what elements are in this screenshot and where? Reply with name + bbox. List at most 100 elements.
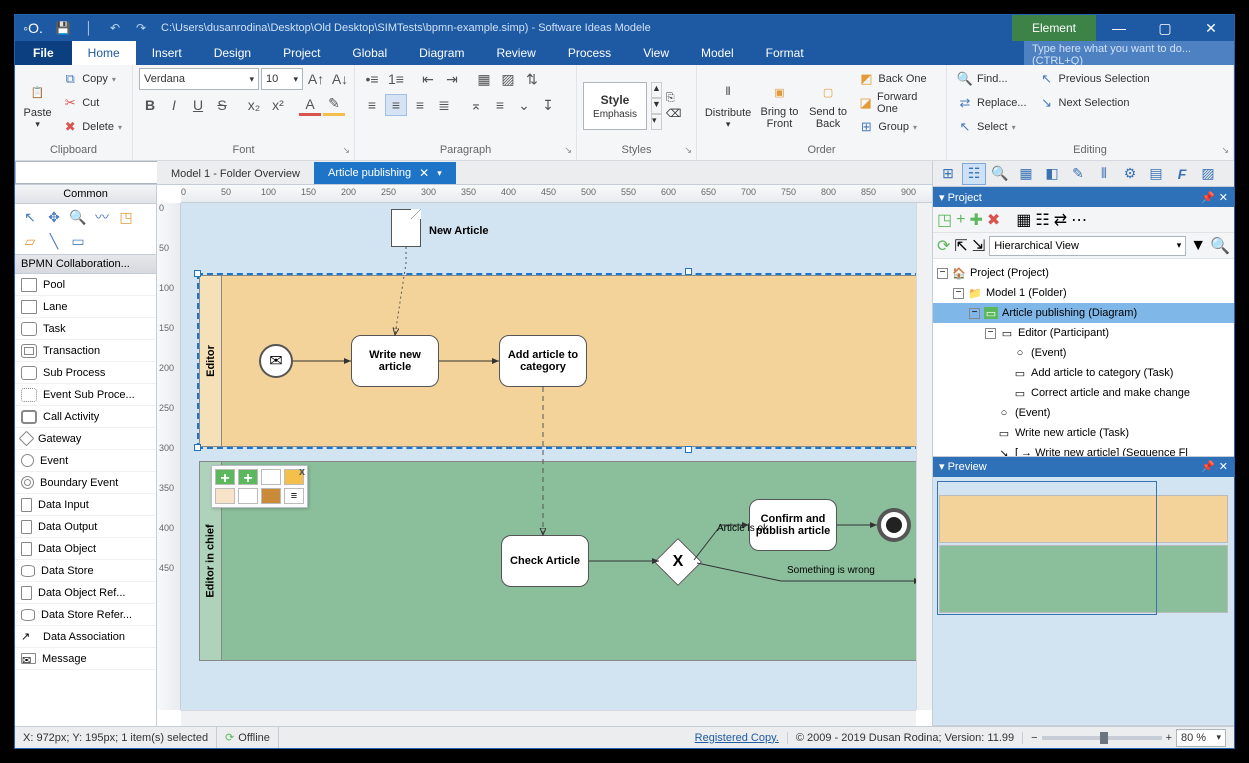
replace-button[interactable]: ⇄Replace... <box>953 92 1031 114</box>
container-tool-icon[interactable]: ◳ <box>117 208 135 226</box>
menu-tab-view[interactable]: View <box>627 41 685 65</box>
end-event[interactable] <box>877 508 911 542</box>
style-more-icon[interactable]: ▾ <box>651 114 662 130</box>
bold-button[interactable]: B <box>139 94 161 116</box>
popup-doc-icon[interactable] <box>261 469 281 485</box>
italic-button[interactable]: I <box>163 94 185 116</box>
preview-viewport[interactable] <box>933 477 1234 726</box>
pt-grid-icon[interactable]: ▦ <box>1016 210 1031 230</box>
rp-icon3[interactable]: 🔍 <box>988 163 1012 185</box>
toolbox-header-common[interactable]: Common <box>15 185 156 204</box>
tool-event[interactable]: Event <box>15 450 156 472</box>
task-add-article[interactable]: Add article to category <box>499 335 587 387</box>
tool-data-input[interactable]: Data Input <box>15 494 156 516</box>
align-right-button[interactable]: ≡ <box>409 94 431 116</box>
task-check-article[interactable]: Check Article <box>501 535 589 587</box>
sel-handle[interactable] <box>194 270 201 277</box>
toolbox-section-bpmn[interactable]: BPMN Collaboration... <box>15 255 156 274</box>
tool-data-object-ref[interactable]: Data Object Ref... <box>15 582 156 604</box>
font-family-combo[interactable]: Verdana▾ <box>139 68 259 90</box>
styles-dialog-launcher-icon[interactable]: ↘ <box>684 145 692 156</box>
tool-task[interactable]: Task <box>15 318 156 340</box>
font-size-combo[interactable]: 10▾ <box>261 68 303 90</box>
zoom-out-button[interactable]: − <box>1031 732 1037 744</box>
panel-pin-icon[interactable]: 📌 <box>1201 191 1215 204</box>
forward-one-button[interactable]: ◪Forward One <box>854 92 940 114</box>
style-clear-icon[interactable]: ⌫ <box>666 107 682 120</box>
pt-del-icon[interactable]: ✖ <box>987 210 1000 230</box>
tool-data-store-ref[interactable]: Data Store Refer... <box>15 604 156 626</box>
bullets-button[interactable]: •≡ <box>361 68 383 90</box>
pt-expand-icon[interactable]: ⇲ <box>972 236 985 256</box>
panel-pin-icon[interactable]: 📌 <box>1201 460 1215 473</box>
tree-toggle[interactable]: − <box>937 268 948 279</box>
sel-handle[interactable] <box>194 444 201 451</box>
rp-icon6[interactable]: ✎ <box>1066 163 1090 185</box>
menu-tab-project[interactable]: Project <box>267 41 336 65</box>
start-event[interactable]: ✉ <box>259 344 293 378</box>
tab-model1[interactable]: Model 1 - Folder Overview <box>157 164 314 184</box>
tool-gateway[interactable]: Gateway <box>15 428 156 450</box>
shading-button[interactable]: ▨ <box>497 68 519 90</box>
pt-add2-icon[interactable]: ✚ <box>969 210 982 230</box>
rp-icon2[interactable]: ☷ <box>962 163 986 185</box>
hand-tool-icon[interactable]: ✥ <box>45 208 63 226</box>
style-gallery-item[interactable]: Style Emphasis <box>583 82 647 130</box>
sort-button[interactable]: ⇅ <box>521 68 543 90</box>
line-spacing-button[interactable]: ↧ <box>537 94 559 116</box>
pt-filter-icon[interactable]: ▼ <box>1190 237 1206 255</box>
diagram-canvas[interactable]: New Article Editor Editor in chief <box>181 203 916 710</box>
style-scroll-up-icon[interactable]: ▲ <box>651 82 662 98</box>
pt-search-icon[interactable]: 🔍 <box>1210 236 1230 256</box>
zoom-slider[interactable] <box>1042 736 1162 740</box>
rp-icon4[interactable]: ▦ <box>1014 163 1038 185</box>
tool-boundary-event[interactable]: Boundary Event <box>15 472 156 494</box>
back-one-button[interactable]: ◩Back One <box>854 68 940 90</box>
menu-tab-format[interactable]: Format <box>750 41 820 65</box>
cut-button[interactable]: ✂Cut <box>58 92 126 114</box>
swatch-1[interactable] <box>215 488 235 504</box>
status-registered-link[interactable]: Registered Copy. <box>695 732 779 744</box>
underline-button[interactable]: U <box>187 94 209 116</box>
increase-font-icon[interactable]: A↑ <box>305 68 327 90</box>
indent-button[interactable]: ⇥ <box>441 68 463 90</box>
tab-close-icon[interactable]: ✕ <box>419 166 429 180</box>
pt-link-icon[interactable]: ⇄ <box>1054 210 1067 230</box>
popup-close-icon[interactable]: x <box>299 466 305 478</box>
numbering-button[interactable]: 1≡ <box>385 68 407 90</box>
menu-tab-design[interactable]: Design <box>198 41 267 65</box>
tree-toggle[interactable]: − <box>969 308 980 319</box>
canvas-scrollbar-vertical[interactable] <box>916 203 932 710</box>
decrease-font-icon[interactable]: A↓ <box>329 68 351 90</box>
menu-tab-global[interactable]: Global <box>336 41 403 65</box>
window-close-button[interactable]: ✕ <box>1188 15 1234 41</box>
find-button[interactable]: 🔍Find... <box>953 68 1031 90</box>
swatch-lines-icon[interactable]: ≡ <box>284 488 304 504</box>
superscript-button[interactable]: x² <box>267 94 289 116</box>
popup-add-icon[interactable]: + <box>215 469 235 485</box>
group-button[interactable]: ⊞Group▾ <box>854 116 940 138</box>
menu-tab-home[interactable]: Home <box>72 41 136 65</box>
preview-panel-caret[interactable]: ▾ <box>939 461 945 473</box>
highlight-color-button[interactable]: ✎ <box>323 94 345 116</box>
tool-data-association[interactable]: ↗Data Association <box>15 626 156 648</box>
paste-button[interactable]: 📋 Paste▾ <box>21 68 54 140</box>
popup-add2-icon[interactable]: + <box>238 469 258 485</box>
project-view-combo[interactable]: Hierarchical View▾ <box>989 236 1186 256</box>
tree-toggle[interactable]: − <box>985 328 996 339</box>
context-tab-element[interactable]: Element <box>1012 15 1096 41</box>
pointer-tool-icon[interactable]: ↖ <box>21 208 39 226</box>
panel-close-icon[interactable]: ✕ <box>1219 191 1228 204</box>
editing-dialog-launcher-icon[interactable]: ↘ <box>1221 145 1229 156</box>
rp-icon9[interactable]: ▤ <box>1144 163 1168 185</box>
menu-tab-insert[interactable]: Insert <box>136 41 198 65</box>
prev-selection-button[interactable]: ↖Previous Selection <box>1035 68 1154 90</box>
project-panel-caret[interactable]: ▾ <box>939 192 945 204</box>
swatch-3[interactable] <box>261 488 281 504</box>
valign-bot-button[interactable]: ⌄ <box>513 94 535 116</box>
tab-dropdown-icon[interactable]: ▾ <box>437 168 442 179</box>
pt-more-icon[interactable]: ⋯ <box>1071 210 1087 230</box>
border-button[interactable]: ▦ <box>473 68 495 90</box>
send-back-button[interactable]: ▢Send to Back <box>806 68 851 140</box>
tool-pool[interactable]: Pool <box>15 274 156 296</box>
